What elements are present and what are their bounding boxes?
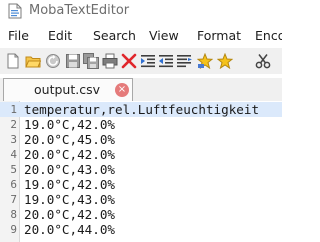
line-number: 7 [10,193,17,206]
editor-line[interactable]: 1 temperatur,rel.Luftfeuchtigkeit [0,102,282,117]
bookmark-icon[interactable] [197,53,213,69]
editor-line[interactable]: 6 19.0°C,42.0% [0,177,282,192]
editor-line[interactable]: 9 20.0°C,44.0% [0,222,282,237]
title-bar: MobaTextEditor [0,0,282,24]
menu-encoding[interactable]: Enco [255,28,282,44]
close-file-icon[interactable] [121,53,137,69]
app-icon [8,3,22,19]
menu-search[interactable]: Search [93,28,136,44]
line-text: 20.0°C,42.0% [24,207,115,222]
open-folder-icon[interactable] [25,53,41,69]
editor-line[interactable]: 2 19.0°C,42.0% [0,117,282,132]
line-text: 19.0°C,43.0% [24,192,115,207]
tab-strip: output.csv × [0,78,282,102]
save-all-icon[interactable] [83,53,99,69]
tab-label: output.csv [34,82,100,97]
line-text: 20.0°C,43.0% [24,162,115,177]
menu-format[interactable]: Format [197,28,241,44]
toolbar [0,48,282,74]
new-file-icon[interactable] [5,53,21,69]
editor-area[interactable]: 1 temperatur,rel.Luftfeuchtigkeit 2 19.0… [0,101,282,242]
editor-line[interactable]: 7 19.0°C,43.0% [0,192,282,207]
line-number: 2 [10,118,17,131]
line-number: 6 [10,178,17,191]
print-icon[interactable] [102,53,118,69]
editor-line[interactable]: 8 20.0°C,42.0% [0,207,282,222]
editor-line[interactable]: 5 20.0°C,43.0% [0,162,282,177]
menu-bar: File Edit Search View Format Enco [0,25,282,46]
menu-file[interactable]: File [8,28,29,44]
line-text: 20.0°C,44.0% [24,222,115,237]
outdent-icon[interactable] [158,53,174,69]
line-text: 19.0°C,42.0% [24,177,115,192]
line-text: 19.0°C,42.0% [24,117,115,132]
moba-text-editor-window: MobaTextEditor File Edit Search View For… [0,0,282,242]
tab-close-icon[interactable]: × [115,83,129,97]
indent-icon[interactable] [140,53,156,69]
menu-edit[interactable]: Edit [48,28,72,44]
editor-line[interactable]: 3 20.0°C,45.0% [0,132,282,147]
save-icon[interactable] [65,53,81,69]
favorite-icon[interactable] [217,53,233,69]
line-number: 8 [10,208,17,221]
tab-output-csv[interactable]: output.csv × [3,78,133,101]
line-number: 3 [10,133,17,146]
line-text: temperatur,rel.Luftfeuchtigkeit [24,102,260,117]
line-number: 9 [10,223,17,236]
cut-icon[interactable] [255,53,271,69]
line-number: 4 [10,148,17,161]
line-text: 20.0°C,42.0% [24,147,115,162]
window-title: MobaTextEditor [29,3,130,18]
reload-icon[interactable] [45,53,61,69]
wrap-icon[interactable] [176,53,192,69]
line-number: 5 [10,163,17,176]
menu-view[interactable]: View [149,28,179,44]
line-text: 20.0°C,45.0% [24,132,115,147]
line-number: 1 [10,103,17,116]
editor-line[interactable]: 4 20.0°C,42.0% [0,147,282,162]
